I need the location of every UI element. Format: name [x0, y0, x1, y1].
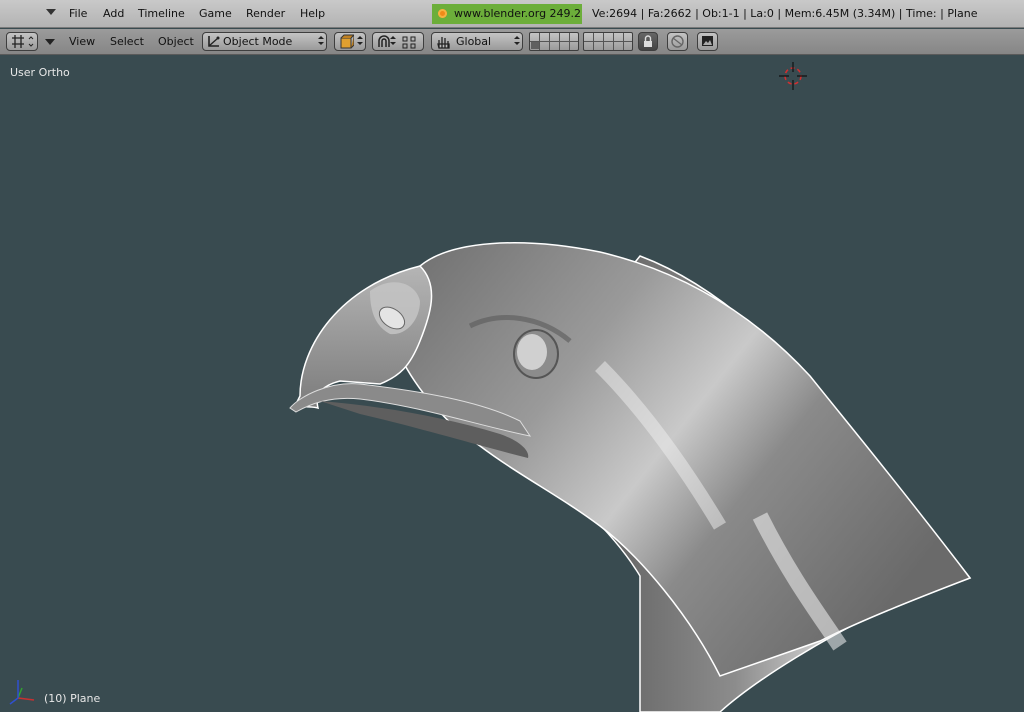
menu-help[interactable]: Help: [300, 7, 325, 20]
site-badge-text: www.blender.org 249.2: [454, 7, 582, 20]
menu-timeline[interactable]: Timeline: [138, 7, 185, 20]
orientation-dropdown[interactable]: Global: [431, 32, 523, 51]
mode-label: Object Mode: [223, 35, 293, 48]
view3d-header: View Select Object Object Mode Global: [0, 29, 1024, 55]
menu-render[interactable]: Render: [246, 7, 285, 20]
pivot-manipulator-group[interactable]: [372, 32, 424, 51]
blender-site-link[interactable]: www.blender.org 249.2: [432, 4, 582, 24]
info-header: File Add Timeline Game Render Help www.b…: [0, 0, 1024, 28]
layer-buttons-2[interactable]: [583, 32, 633, 51]
blender-logo-icon: [438, 9, 447, 18]
orientation-label: Global: [456, 35, 492, 48]
menu-file[interactable]: File: [69, 7, 87, 20]
axes-gizmo-icon: [9, 680, 35, 705]
hand-icon: [437, 37, 450, 49]
3d-viewport[interactable]: User Ortho (10) Plane: [0, 56, 1024, 712]
menu-object[interactable]: Object: [158, 35, 194, 48]
scene-stats: Ve:2694 | Fa:2662 | Ob:1-1 | La:0 | Mem:…: [592, 7, 978, 20]
menu-game[interactable]: Game: [199, 7, 232, 20]
menu-view[interactable]: View: [69, 35, 95, 48]
opengl-render-button[interactable]: [667, 32, 688, 51]
lock-layers-button[interactable]: [638, 32, 658, 51]
updown-icon: [390, 36, 396, 46]
render-sphere-icon: [671, 35, 684, 48]
render-preview-button[interactable]: [697, 32, 718, 51]
updown-icon: [357, 36, 363, 46]
grid-editor-icon: [12, 35, 34, 48]
menu-collapse-arrow-icon[interactable]: [46, 9, 56, 15]
draw-type-button[interactable]: [334, 32, 366, 51]
mode-dropdown[interactable]: Object Mode: [202, 32, 327, 51]
active-object-label: (10) Plane: [44, 692, 101, 705]
updown-icon: [514, 36, 520, 46]
eagle-head-mesh[interactable]: [0, 56, 1024, 712]
layer-buttons-1[interactable]: [529, 32, 579, 51]
header-collapse-arrow-icon[interactable]: [45, 39, 55, 45]
menu-select[interactable]: Select: [110, 35, 144, 48]
updown-icon: [318, 36, 324, 46]
editor-type-button[interactable]: [6, 32, 38, 51]
object-mode-icon: [208, 36, 220, 47]
solid-cube-icon: [340, 34, 354, 49]
menu-add[interactable]: Add: [103, 7, 124, 20]
lock-icon: [644, 35, 652, 47]
image-icon: [702, 36, 713, 46]
proportional-edit-icon: [402, 36, 416, 49]
